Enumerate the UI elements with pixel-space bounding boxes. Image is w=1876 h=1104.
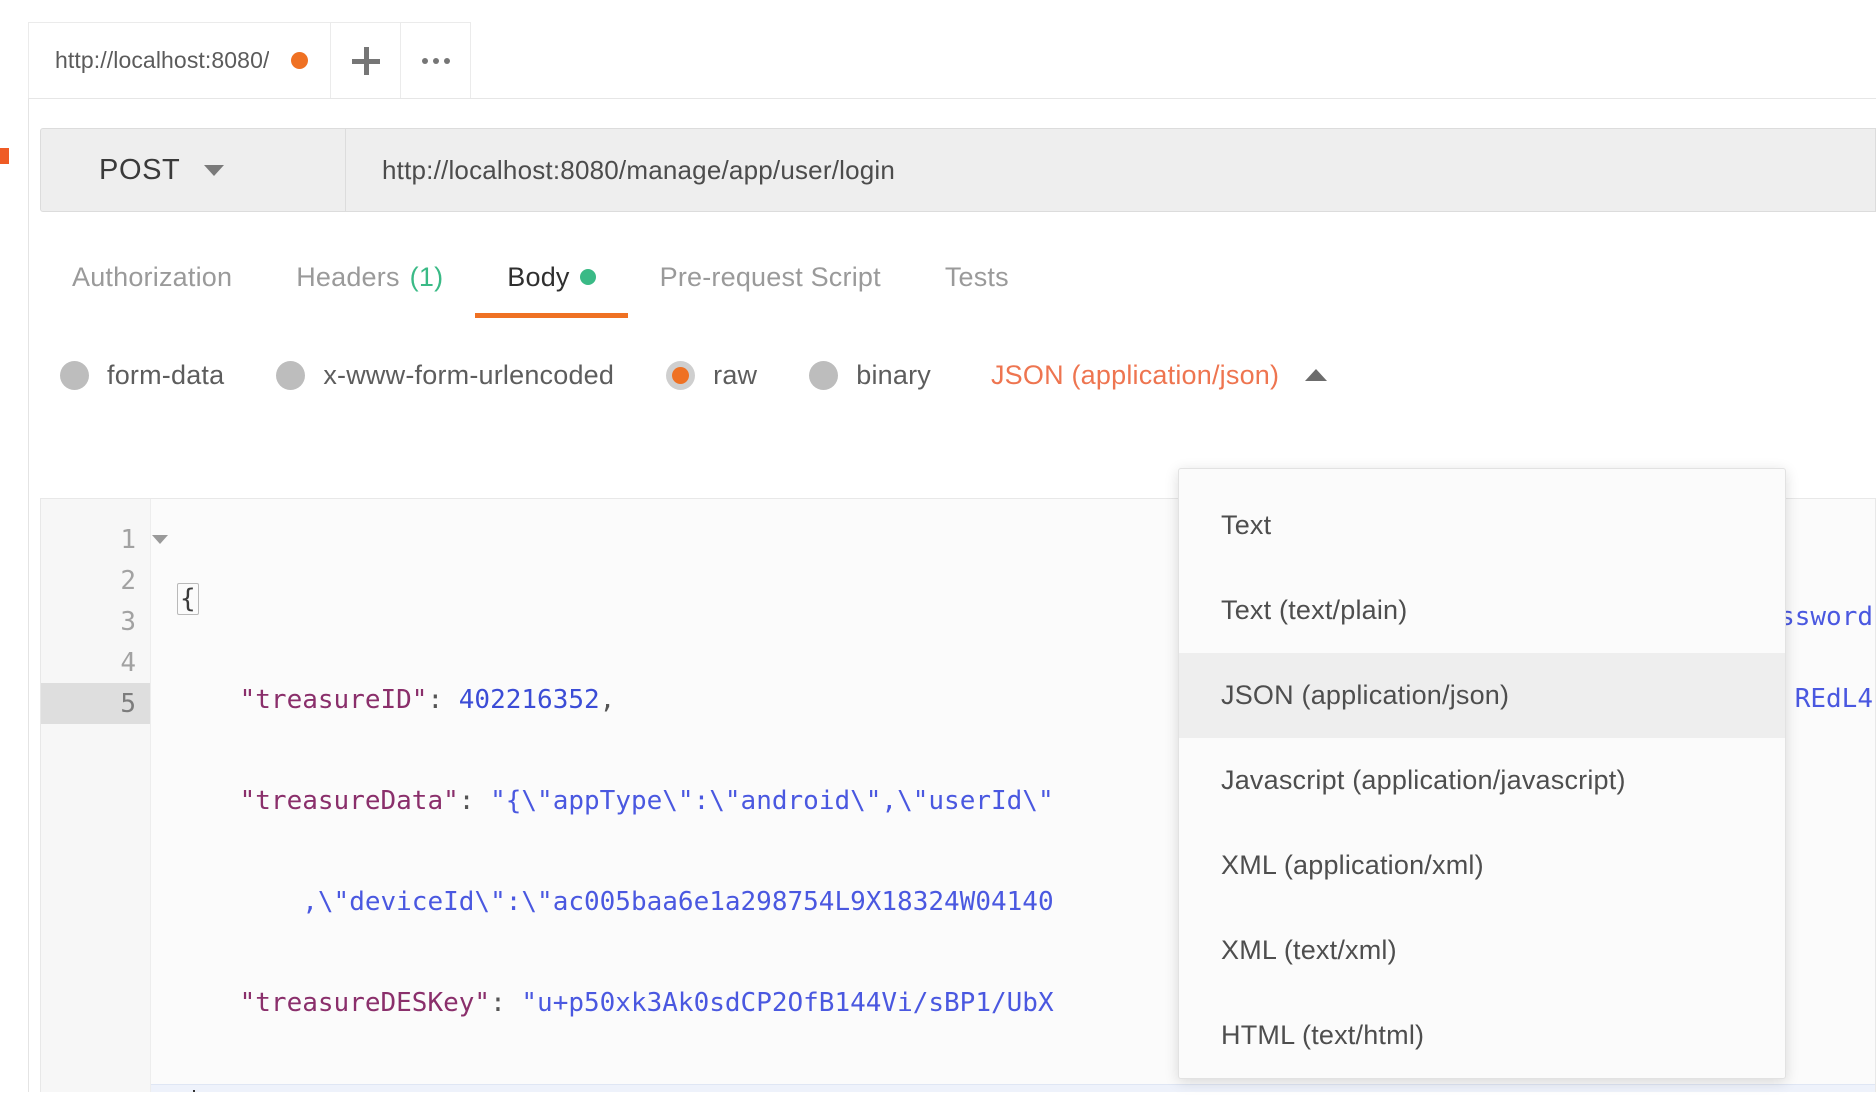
dropdown-item-label: Javascript (application/javascript) [1221,765,1626,796]
json-value-treasureid: 402216352 [459,685,600,715]
left-sidebar-rail [0,0,29,1104]
raw-language-selector[interactable]: JSON (application/json) [991,360,1327,391]
dropdown-item-xml-text[interactable]: XML (text/xml) [1179,908,1785,993]
body-mode-raw[interactable]: raw [666,360,757,391]
tab-more-options-button[interactable] [401,22,471,98]
raw-language-selector-label: JSON (application/json) [991,360,1279,391]
request-section-tabs: Authorization Headers (1) Body Pre-reque… [28,236,1876,318]
code-colon: : [490,988,521,1018]
json-key-treasureid: "treasureID" [240,685,428,715]
dropdown-item-label: XML (text/xml) [1221,935,1397,966]
dropdown-item-label: JSON (application/json) [1221,680,1509,711]
line-number: 2 [41,560,150,601]
radio-icon [276,361,305,390]
body-has-content-dot-icon [580,269,596,285]
new-tab-button[interactable] [331,22,401,98]
http-method-selector[interactable]: POST [40,128,346,212]
plus-icon [351,46,381,76]
radio-selected-icon [666,361,695,390]
line-number: 3 [41,601,150,642]
json-value-treasuredata: "{\"appType\":\"android\",\"userId\" [490,786,1054,816]
dropdown-item-xml-application[interactable]: XML (application/xml) [1179,823,1785,908]
dropdown-item-javascript[interactable]: Javascript (application/javascript) [1179,738,1785,823]
request-tab[interactable]: http://localhost:8080/ [28,22,331,98]
line-number-current: 5 [41,683,150,724]
dropdown-item-html[interactable]: HTML (text/html) [1179,993,1785,1078]
code-colon: : [459,786,490,816]
request-tab-label: http://localhost:8080/ [55,47,269,74]
radio-icon [809,361,838,390]
body-mode-form-data-label: form-data [107,360,224,391]
tab-authorization-label: Authorization [72,262,232,293]
body-mode-binary-label: binary [856,360,931,391]
line-number-value: 2 [120,566,136,596]
tab-headers-label: Headers [296,262,399,293]
code-comma: , [600,685,616,715]
code-colon: : [427,685,458,715]
body-mode-urlencoded-label: x-www-form-urlencoded [323,360,614,391]
json-value-treasuredeskey: "u+p50xk3Ak0sdCP2OfB144Vi/sBP1/UbX [521,988,1053,1018]
dropdown-item-text[interactable]: Text [1179,483,1785,568]
sidebar-active-marker [0,148,9,164]
request-url-value: http://localhost:8080/manage/app/user/lo… [382,155,895,186]
unsaved-dot-icon [291,52,308,69]
line-number-value: 3 [120,607,136,637]
radio-icon [60,361,89,390]
json-value-treasuredata-cont: ,\"deviceId\":\"ac005baa6e1a298754L9X183… [302,887,1053,917]
dropdown-item-label: XML (application/xml) [1221,850,1484,881]
request-tab-strip: http://localhost:8080/ [28,0,1876,99]
line-number-value: 5 [120,689,136,719]
dropdown-item-label: Text (text/plain) [1221,595,1407,626]
line-number: 4 [41,642,150,683]
editor-bottom-edge [28,1092,1876,1104]
dropdown-item-json[interactable]: JSON (application/json) [1179,653,1785,738]
ellipsis-icon [422,58,450,64]
line-number: 1 [41,519,150,560]
raw-language-dropdown-menu[interactable]: Text Text (text/plain) JSON (application… [1178,468,1786,1079]
code-open-brace: { [177,583,199,615]
tab-body[interactable]: Body [475,236,627,318]
request-url-row: POST http://localhost:8080/manage/app/us… [40,128,1876,212]
body-mode-raw-label: raw [713,360,757,391]
chevron-down-icon [204,165,224,176]
tab-pre-request-script-label: Pre-request Script [660,262,881,293]
body-mode-form-data[interactable]: form-data [60,360,224,391]
body-mode-binary[interactable]: binary [809,360,931,391]
dropdown-item-text-plain[interactable]: Text (text/plain) [1179,568,1785,653]
tab-headers-count: (1) [410,262,444,293]
body-mode-row: form-data x-www-form-urlencoded raw bina… [28,330,1876,420]
tab-tests-label: Tests [945,262,1009,293]
tab-authorization[interactable]: Authorization [40,236,264,318]
code-line-4-overflow-tail: REdL4 [1795,684,1875,714]
http-method-label: POST [99,154,180,187]
tab-pre-request-script[interactable]: Pre-request Script [628,236,913,318]
chevron-up-icon [1305,369,1327,381]
json-key-treasuredata: "treasureData" [240,786,459,816]
json-key-treasuredeskey: "treasureDESKey" [240,988,490,1018]
line-number-value: 1 [120,525,136,555]
editor-line-number-gutter: 1 2 3 4 5 [41,499,151,1104]
tab-headers[interactable]: Headers (1) [264,236,475,318]
tab-tests[interactable]: Tests [913,236,1041,318]
dropdown-item-label: Text [1221,510,1271,541]
tab-body-label: Body [507,262,569,293]
line-number-value: 4 [120,648,136,678]
dropdown-item-label: HTML (text/html) [1221,1020,1424,1051]
body-mode-urlencoded[interactable]: x-www-form-urlencoded [276,360,614,391]
request-url-input[interactable]: http://localhost:8080/manage/app/user/lo… [346,128,1876,212]
